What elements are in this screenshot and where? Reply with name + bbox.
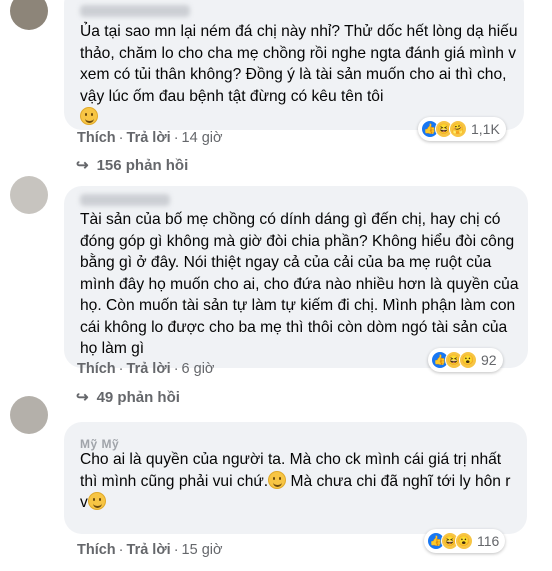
view-replies-link[interactable]: ↪ 156 phản hồi — [76, 156, 188, 174]
avatar[interactable] — [10, 176, 48, 214]
reaction-count: 92 — [481, 352, 497, 368]
timestamp[interactable]: 14 giờ — [182, 130, 223, 146]
comment-text: Ủa tại sao mn lại ném đá chị này nhỉ? Th… — [80, 21, 520, 129]
wow-reaction-icon: 😮 — [459, 351, 477, 369]
view-replies-link[interactable]: ↪ 49 phản hồi — [76, 388, 180, 406]
author-name-blurred[interactable] — [80, 5, 190, 17]
wow-reaction-icon: 😮 — [455, 532, 473, 550]
reaction-count: 1,1K — [471, 121, 500, 137]
reaction-count: 116 — [477, 533, 500, 549]
like-link[interactable]: Thích — [77, 361, 116, 377]
avatar[interactable] — [10, 0, 48, 30]
reply-arrow-icon: ↪ — [76, 157, 89, 174]
care-reaction-icon: 🤗 — [449, 120, 467, 138]
smile-emoji-icon — [80, 107, 98, 125]
reply-arrow-icon: ↪ — [76, 389, 89, 406]
reaction-summary[interactable]: 👍 😆 😮 116 — [424, 529, 506, 553]
reaction-summary[interactable]: 👍 😆 🤗 1,1K — [418, 117, 506, 141]
reaction-summary[interactable]: 👍 😆 😮 92 — [428, 348, 503, 372]
timestamp[interactable]: 15 giờ — [182, 542, 223, 558]
comment-actions: Thích · Trả lời · 14 giờ — [77, 130, 223, 146]
author-name-blurred[interactable] — [80, 194, 170, 206]
grin-sweat-emoji-icon — [87, 492, 106, 510]
like-link[interactable]: Thích — [77, 542, 116, 558]
reply-link[interactable]: Trả lời — [127, 542, 171, 558]
comment-actions: Thích · Trả lời · 15 giờ — [77, 542, 223, 558]
comment-text: Cho ai là quyền của người ta. Mà cho ck … — [80, 451, 511, 511]
avatar[interactable] — [10, 396, 48, 434]
timestamp[interactable]: 6 giờ — [182, 361, 215, 377]
like-link[interactable]: Thích — [77, 130, 116, 146]
reply-link[interactable]: Trả lời — [127, 130, 171, 146]
comment-actions: Thích · Trả lời · 6 giờ — [77, 361, 215, 377]
smile-emoji-icon — [268, 470, 287, 489]
reply-link[interactable]: Trả lời — [127, 361, 171, 377]
comment-text: Tài sản của bố mẹ chồng có dính dáng gì … — [80, 211, 519, 357]
